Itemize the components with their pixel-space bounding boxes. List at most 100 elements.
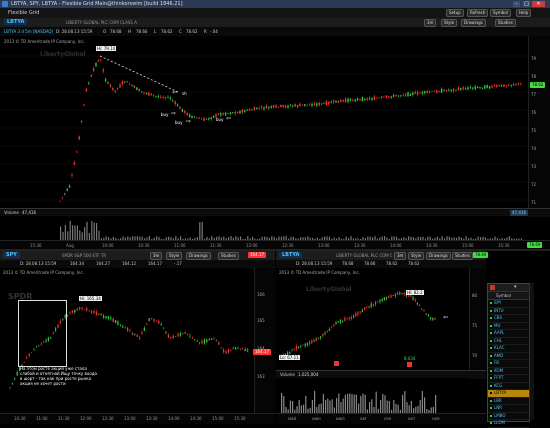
watchlist-row[interactable]: SPY [488, 300, 529, 308]
lbtya-daily-mid-label: 8.034 [404, 356, 416, 361]
watchlist-row[interactable]: LMBO [488, 413, 529, 420]
spy-candle [220, 347, 222, 349]
lbtya-daily-candle [383, 297, 385, 301]
top-candle [378, 97, 380, 99]
top-candle [90, 75, 92, 77]
spy-candle [95, 311, 98, 316]
watchlist-row[interactable]: CBS [488, 315, 529, 323]
lbtya-daily-candle [410, 294, 412, 297]
top-candle [179, 106, 181, 109]
top-symbol-input[interactable]: LBTYA [4, 19, 28, 25]
top-candle [491, 85, 493, 88]
lbtya-daily-chart-area[interactable]: 2013 © TD Ameritrade IP Company, Inc. Li… [276, 268, 469, 370]
lbtya-daily-style-button[interactable]: Style [408, 252, 425, 260]
lbtya-daily-volume-bar [393, 399, 395, 413]
top-candle [361, 97, 364, 101]
earnings-marker-icon[interactable] [334, 361, 339, 366]
lbtya-daily-volume-bar [347, 393, 349, 413]
top-studies-button[interactable]: Studies [495, 19, 516, 27]
spy-timeframe[interactable]: 3m [150, 252, 163, 260]
watchlist-row[interactable]: LNR [488, 405, 529, 413]
spy-symbol-input[interactable]: SPY [3, 252, 20, 258]
spy-drawings-button[interactable]: Drawings [186, 252, 211, 260]
watchlist-scrollbar[interactable] [529, 283, 534, 420]
top-candle [503, 84, 505, 88]
lbtya-daily-volume-bar [338, 393, 340, 413]
lbtya-daily-volume-bar [327, 398, 329, 413]
lbtya-daily-close: 78.62 [408, 261, 420, 266]
lbtya-daily-volume-bar [404, 391, 406, 413]
spy-candle [167, 334, 170, 338]
lbtya-daily-volume-bar [311, 399, 313, 413]
top-candle [76, 151, 78, 153]
top-candle [73, 162, 76, 165]
lbtya-daily-volume-bar [349, 393, 351, 413]
watchlist-row[interactable]: INTU [488, 308, 529, 315]
lbtya-daily-timeframe[interactable]: 3m [394, 252, 407, 260]
top-chart-area[interactable]: 2013 © TD Ameritrade IP Company, Inc. Li… [0, 36, 550, 208]
lbtya-daily-volume-bar [417, 405, 419, 413]
top-candle [100, 60, 102, 62]
watchlist-row[interactable]: KLAC [488, 345, 529, 353]
minimize-button[interactable]: – [513, 1, 520, 7]
spy-candle [191, 337, 194, 339]
spy-candle [227, 349, 230, 353]
lbtya-daily-drawings-button[interactable]: Drawings [426, 252, 451, 260]
top-timeframe[interactable]: 3m [424, 19, 437, 27]
setup-button[interactable]: Setup [446, 9, 464, 17]
symbol-button[interactable]: Symbol [490, 9, 511, 17]
earnings-marker-icon[interactable] [407, 362, 412, 367]
lbtya-daily-symbol-input[interactable]: LBTYA [279, 252, 303, 258]
lbtya-daily-candle [414, 299, 416, 301]
lbtya-daily-candle [419, 305, 421, 307]
watchlist-symbol: FFPT [494, 375, 504, 380]
spy-candle [150, 318, 153, 320]
top-info-date: D: 28.08.13 15:59 [56, 29, 93, 34]
top-drawings-button[interactable]: Drawings [461, 19, 486, 27]
watchlist-symbol: KLAC [494, 345, 505, 350]
spy-studies-button[interactable]: Studies [218, 252, 239, 260]
flexible-grid-tab[interactable]: Flexible Grid [8, 10, 39, 16]
lbtya-daily-studies-button[interactable]: Studies [452, 252, 473, 260]
watchlist-row[interactable]: LBTYA [488, 390, 529, 398]
lbtya-daily-volume-bar [397, 404, 399, 413]
top-candle [116, 88, 119, 90]
watchlist-row[interactable]: AMD [488, 353, 529, 360]
help-button[interactable]: Help [516, 9, 532, 17]
top-candle [392, 95, 395, 97]
watchlist-row[interactable]: XOM [488, 368, 529, 375]
lbtya-daily-time-tick: ноя [432, 416, 440, 421]
refresh-button[interactable]: Refresh [467, 9, 489, 17]
lbtya-daily-candle [377, 301, 379, 303]
watchlist-header[interactable]: Symbol [488, 292, 529, 300]
watchlist-row[interactable]: FB [488, 360, 529, 368]
lbtya-daily-candle [408, 295, 410, 297]
watchlist-row[interactable]: CHL [488, 338, 529, 345]
spy-chart-area[interactable]: 2013 © TD Ameritrade IP Company, Inc. SP… [0, 268, 254, 413]
lbtya-daily-volume-bar [369, 401, 371, 413]
top-candle [66, 188, 68, 191]
watchlist-row[interactable]: AAPL [488, 330, 529, 338]
top-style-button[interactable]: Style [441, 19, 458, 27]
watchlist-row[interactable]: LBR [488, 398, 529, 405]
close-button[interactable]: ✕ [532, 1, 545, 7]
volume-bar [67, 231, 69, 240]
watchlist-row[interactable]: FFPT [488, 375, 529, 383]
top-candle [268, 106, 270, 108]
lbtya-daily-volume-bar [360, 395, 362, 413]
top-candle [256, 107, 258, 110]
watchlist-row[interactable]: KCG [488, 383, 529, 390]
watchlist-row[interactable]: LLOM [488, 420, 529, 428]
spy-candle [218, 342, 220, 345]
watchlist-link-icon[interactable] [490, 285, 495, 290]
top-candle [397, 95, 400, 97]
watchlist-row[interactable]: MU [488, 323, 529, 330]
maximize-button[interactable]: □ [523, 1, 530, 7]
spy-time-axis: 10:30 11:00 11:30 12:00 12:30 13:00 13:30 14:00… [0, 413, 275, 424]
watchlist-menu-icon[interactable]: ▾ [514, 284, 517, 290]
spy-info-row: D: 28.08.13 15:59 164.34 164.27 164.12 1… [0, 260, 275, 268]
spy-style-button[interactable]: Style [166, 252, 183, 260]
lbtya-daily-candle [416, 302, 418, 305]
top-candle [433, 91, 436, 92]
top-candle [220, 113, 222, 116]
